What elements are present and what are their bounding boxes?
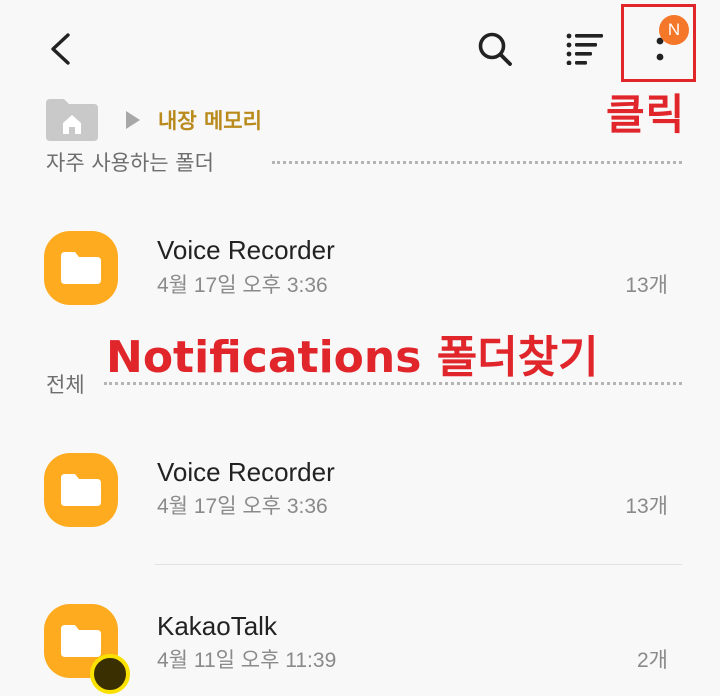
kakaotalk-app-badge-icon	[90, 654, 130, 694]
folder-icon	[44, 231, 118, 305]
search-button[interactable]	[470, 26, 520, 72]
folder-name: KakaoTalk	[157, 611, 277, 641]
section-divider-all	[104, 382, 682, 385]
folder-count: 13개	[625, 495, 668, 518]
breadcrumb-current[interactable]: 내장 메모리	[158, 107, 262, 135]
section-title-all: 전체	[46, 373, 85, 397]
folder-date: 4월 17일 오후 3:36	[157, 274, 328, 297]
search-icon	[478, 32, 512, 66]
click-annotation: 클릭	[606, 90, 686, 139]
list-divider	[155, 564, 682, 565]
folder-date: 4월 11일 오후 11:39	[157, 649, 337, 672]
home-folder-icon	[46, 99, 98, 141]
section-divider-frequent	[272, 161, 682, 164]
sort-list-icon	[566, 33, 603, 65]
find-notifications-annotation: Notifications 폴더찾기	[106, 332, 599, 383]
folder-row-voice-recorder-frequent[interactable]: Voice Recorder 4월 17일 오후 3:36 13개	[0, 211, 720, 321]
section-title-frequent: 자주 사용하는 폴더	[46, 151, 214, 175]
back-arrow-icon	[51, 33, 70, 65]
folder-date: 4월 17일 오후 3:36	[157, 495, 328, 518]
click-highlight-box	[621, 4, 696, 82]
folder-count: 13개	[625, 274, 668, 297]
folder-name: Voice Recorder	[157, 457, 335, 487]
folder-icon	[44, 453, 118, 527]
home-folder-button[interactable]	[46, 97, 98, 141]
sort-button[interactable]	[560, 26, 610, 72]
folder-count: 2개	[637, 649, 668, 672]
back-button[interactable]	[36, 28, 84, 70]
breadcrumb-separator-icon	[124, 109, 142, 131]
folder-name: Voice Recorder	[157, 235, 335, 265]
folder-row-voice-recorder[interactable]: Voice Recorder 4월 17일 오후 3:36 13개	[0, 433, 720, 543]
